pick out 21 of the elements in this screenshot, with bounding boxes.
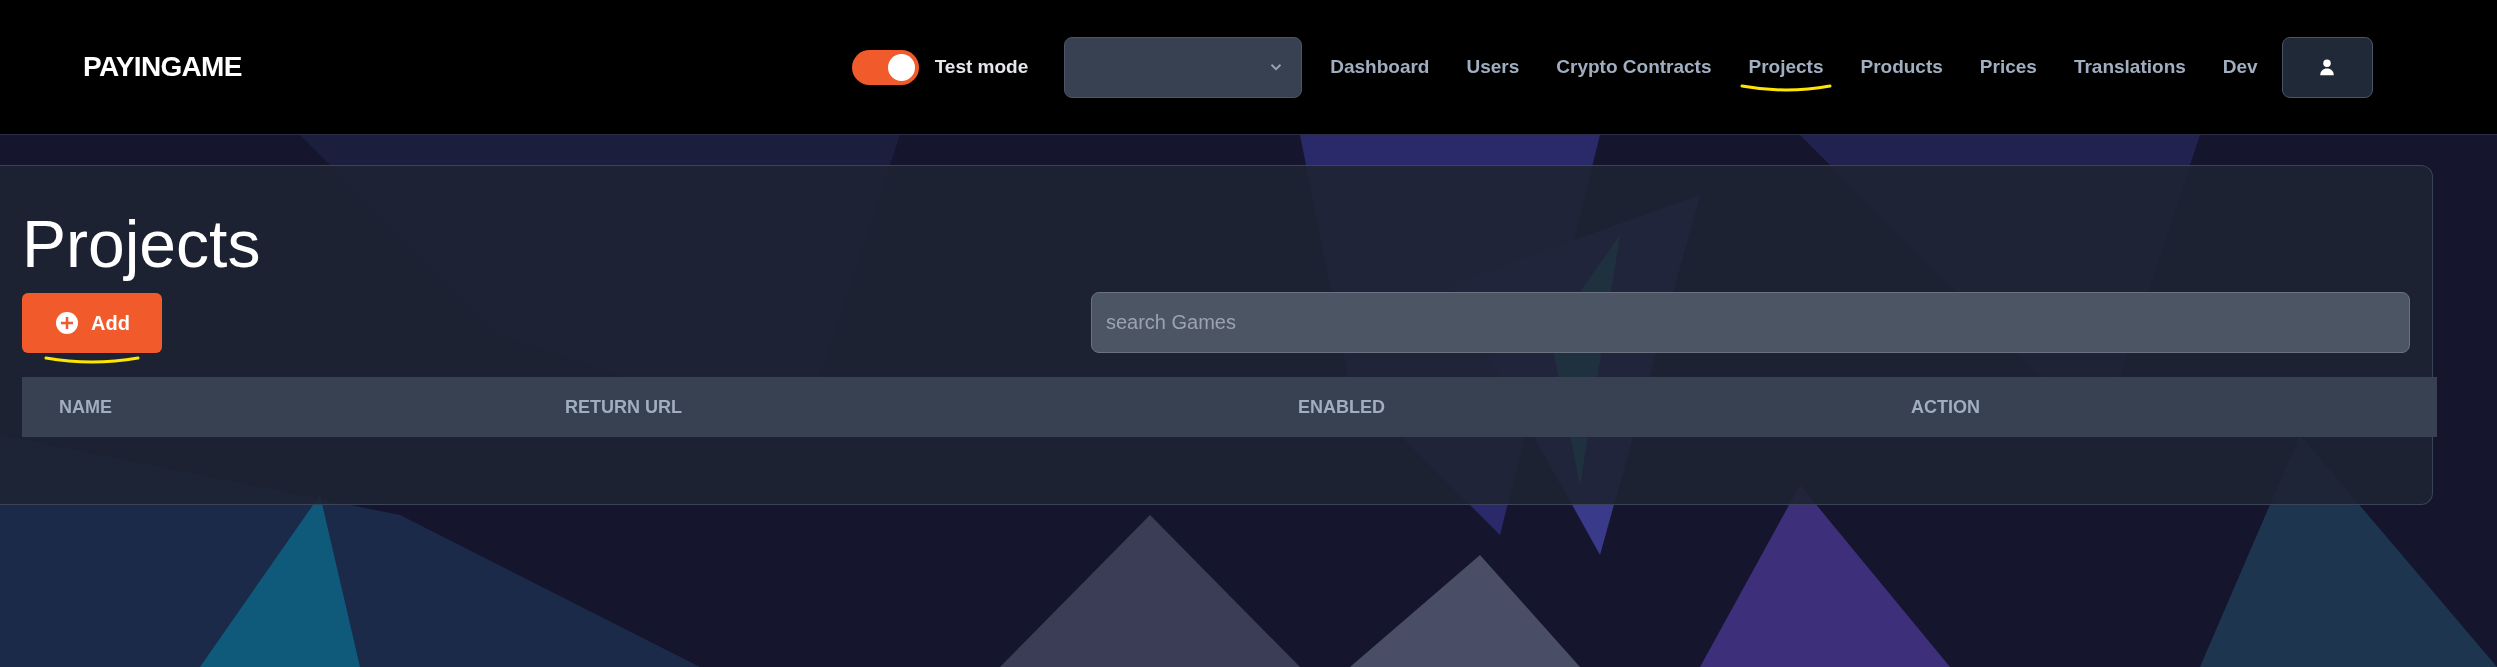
nav-link[interactable]: Dev	[2222, 52, 2258, 82]
toggle-label: Test mode	[934, 54, 1029, 79]
nav-link[interactable]: Users	[1466, 52, 1520, 82]
search-field[interactable]: search Games	[1090, 292, 2410, 353]
nav-link[interactable]: Dashboard	[1330, 52, 1430, 82]
column-header: ACTION	[1911, 396, 1980, 417]
nav-link[interactable]: Products	[1860, 52, 1943, 82]
nav-link[interactable]: Crypto Contracts	[1556, 52, 1712, 82]
nav-link[interactable]: Prices	[1979, 52, 2037, 82]
toggle-switch[interactable]	[851, 49, 919, 85]
nav-link[interactable]: Projects	[1748, 52, 1824, 82]
column-header: RETURN URL	[565, 396, 682, 417]
plus-circle-icon	[55, 310, 79, 335]
nav-link[interactable]: Translations	[2073, 52, 2186, 82]
column-header: ENABLED	[1298, 396, 1385, 417]
column-header: NAME	[59, 396, 112, 417]
user-icon	[2318, 58, 2337, 76]
logo[interactable]: PAYINGAME	[83, 46, 242, 88]
user-button[interactable]	[2281, 36, 2373, 98]
page-title: Projects	[22, 206, 262, 283]
select-dropdown[interactable]	[1064, 36, 1303, 98]
